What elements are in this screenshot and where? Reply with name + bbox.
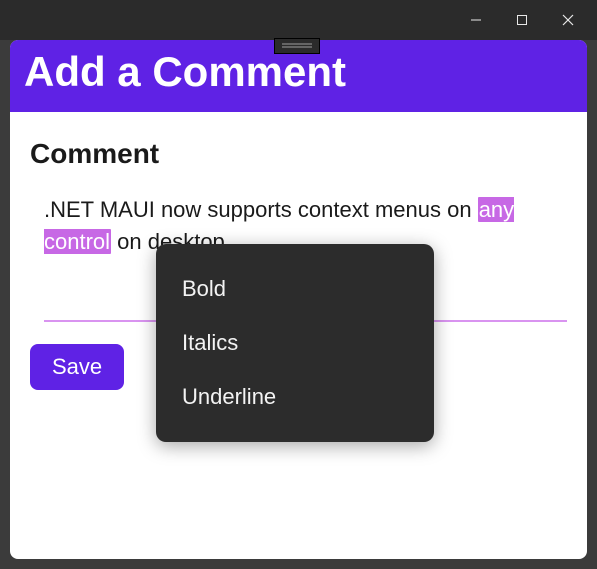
context-menu-item-underline[interactable]: Underline [156,370,434,424]
save-button[interactable]: Save [30,344,124,390]
titlebar [0,0,597,40]
context-menu-item-italics[interactable]: Italics [156,316,434,370]
close-button[interactable] [545,4,591,36]
minimize-button[interactable] [453,4,499,36]
maximize-button[interactable] [499,4,545,36]
context-menu: Bold Italics Underline [156,244,434,442]
section-title-comment: Comment [30,138,567,170]
comment-text-before: .NET MAUI now supports context menus on [44,197,478,222]
app-window: Add a Comment Comment .NET MAUI now supp… [0,0,597,569]
toolbar-grip-icon[interactable] [274,38,320,54]
context-menu-item-bold[interactable]: Bold [156,262,434,316]
